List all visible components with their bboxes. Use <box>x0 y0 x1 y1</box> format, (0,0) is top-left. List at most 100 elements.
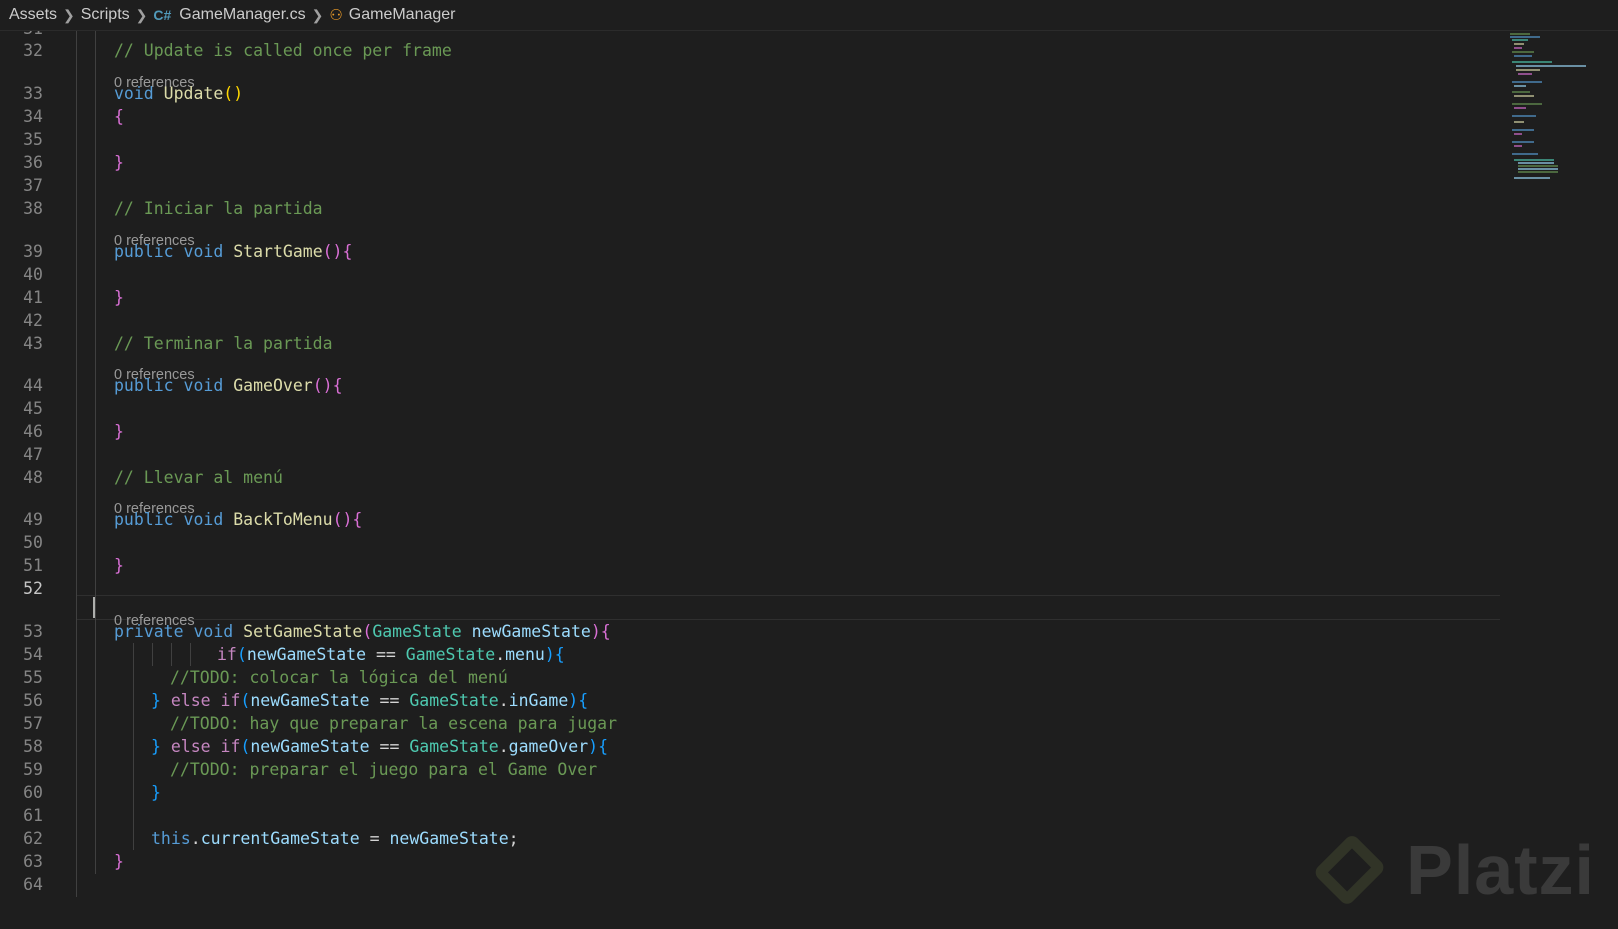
code-text[interactable]: // Llevar al menú <box>114 466 283 490</box>
minimap-line <box>1518 171 1558 173</box>
code-line: 44 public void GameOver(){ <box>0 374 1500 398</box>
code-text[interactable]: } <box>114 286 124 310</box>
minimap-line <box>1512 39 1528 41</box>
breadcrumb-folder-scripts[interactable]: Scripts <box>81 6 130 24</box>
line-number[interactable]: 40 <box>0 263 43 287</box>
code-text[interactable]: //TODO: hay que preparar la escena para … <box>170 712 617 736</box>
code-line: 35 <box>0 128 1500 152</box>
line-number[interactable]: 53 <box>0 620 43 644</box>
minimap-line <box>1514 133 1522 135</box>
line-number[interactable]: 58 <box>0 735 43 759</box>
indent-guide <box>190 643 191 666</box>
code-token: ( <box>362 622 373 641</box>
minimap-line <box>1512 91 1530 93</box>
code-token: GameState <box>409 691 499 710</box>
code-token: private <box>114 622 194 641</box>
code-token: } <box>151 783 161 802</box>
line-number[interactable]: 48 <box>0 466 43 490</box>
breadcrumb-folder-assets[interactable]: Assets <box>9 6 57 24</box>
line-number[interactable]: 63 <box>0 850 43 874</box>
line-number[interactable]: 34 <box>0 105 43 129</box>
line-number[interactable]: 56 <box>0 689 43 713</box>
line-number[interactable]: 55 <box>0 666 43 690</box>
code-text[interactable]: void Update() <box>114 82 243 106</box>
code-token: // Llevar al menú <box>114 468 283 487</box>
code-token: ){ <box>544 645 565 664</box>
code-line: 59 //TODO: preparar el juego para el Game… <box>0 758 1500 782</box>
minimap-line <box>1516 69 1540 71</box>
minimap-line <box>1516 65 1586 67</box>
code-text[interactable]: private void SetGameState(GameState newG… <box>114 620 611 644</box>
code-text[interactable]: // Update is called once per frame <box>114 39 452 63</box>
code-text[interactable]: } <box>114 554 124 578</box>
code-text[interactable]: } <box>151 781 161 805</box>
breadcrumb-file[interactable]: GameManager.cs <box>179 6 305 24</box>
code-line: 43 // Terminar la partida <box>0 332 1500 356</box>
minimap-line <box>1514 159 1554 161</box>
code-token: else <box>170 691 221 710</box>
code-line: 54 if(newGameState == GameState.menu){ <box>0 643 1500 667</box>
line-number[interactable]: 64 <box>0 873 43 897</box>
minimap[interactable] <box>1500 31 1600 231</box>
code-editor[interactable]: 3132// Update is called once per frame0 … <box>0 31 1500 929</box>
line-number[interactable]: 39 <box>0 240 43 264</box>
platzi-watermark: Platzi <box>1312 820 1595 920</box>
code-text[interactable]: public void StartGame(){ <box>114 240 352 264</box>
line-number[interactable]: 43 <box>0 332 43 356</box>
breadcrumb-class[interactable]: GameManager <box>349 6 456 24</box>
code-token: } <box>114 852 124 871</box>
code-text[interactable]: } else if(newGameState == GameState.inGa… <box>151 689 588 713</box>
line-number[interactable]: 41 <box>0 286 43 310</box>
code-line: 48 // Llevar al menú <box>0 466 1500 490</box>
code-text[interactable]: // Terminar la partida <box>114 332 333 356</box>
code-token: ( <box>236 645 247 664</box>
code-text[interactable]: this.currentGameState = newGameState; <box>151 827 519 851</box>
code-text[interactable]: //TODO: colocar la lógica del menú <box>170 666 508 690</box>
line-number[interactable]: 46 <box>0 420 43 444</box>
line-number[interactable]: 45 <box>0 397 43 421</box>
code-token: } <box>114 422 124 441</box>
code-token: . <box>190 829 201 848</box>
code-line: 64 <box>0 873 1500 897</box>
code-line: 32 // Update is called once per frame <box>0 39 1500 63</box>
line-number[interactable]: 35 <box>0 128 43 152</box>
line-number[interactable]: 32 <box>0 39 43 63</box>
line-number[interactable]: 57 <box>0 712 43 736</box>
line-number[interactable]: 59 <box>0 758 43 782</box>
line-number[interactable]: 37 <box>0 174 43 198</box>
code-text[interactable]: } <box>114 420 124 444</box>
code-token: void <box>183 376 234 395</box>
code-token: (){ <box>322 242 353 261</box>
code-text[interactable]: } <box>114 850 124 874</box>
line-number[interactable]: 54 <box>0 643 43 667</box>
code-token: newGameState <box>246 645 367 664</box>
minimap-line <box>1514 47 1522 49</box>
line-number[interactable]: 36 <box>0 151 43 175</box>
code-text[interactable]: //TODO: preparar el juego para el Game O… <box>170 758 597 782</box>
line-number[interactable]: 49 <box>0 508 43 532</box>
code-text[interactable]: { <box>114 105 124 129</box>
line-number[interactable]: 60 <box>0 781 43 805</box>
code-text[interactable]: public void GameOver(){ <box>114 374 343 398</box>
code-text[interactable]: if(newGameState == GameState.menu){ <box>217 643 565 667</box>
line-number[interactable]: 62 <box>0 827 43 851</box>
line-number[interactable]: 42 <box>0 309 43 333</box>
code-line: 34 { <box>0 105 1500 129</box>
code-text[interactable]: // Iniciar la partida <box>114 197 323 221</box>
chevron-right-icon: ❯ <box>135 6 148 23</box>
line-number[interactable]: 52 <box>0 577 43 601</box>
code-line: 61 <box>0 804 1500 828</box>
line-number[interactable]: 38 <box>0 197 43 221</box>
line-number[interactable]: 61 <box>0 804 43 828</box>
code-line: 38 // Iniciar la partida <box>0 197 1500 221</box>
code-text[interactable]: } <box>114 151 124 175</box>
line-number[interactable]: 47 <box>0 443 43 467</box>
line-number[interactable]: 33 <box>0 82 43 106</box>
minimap-line <box>1512 129 1534 131</box>
minimap-line <box>1512 103 1542 105</box>
line-number[interactable]: 50 <box>0 531 43 555</box>
code-text[interactable]: } else if(newGameState == GameState.game… <box>151 735 608 759</box>
line-number[interactable]: 44 <box>0 374 43 398</box>
code-text[interactable]: public void BackToMenu(){ <box>114 508 362 532</box>
line-number[interactable]: 51 <box>0 554 43 578</box>
